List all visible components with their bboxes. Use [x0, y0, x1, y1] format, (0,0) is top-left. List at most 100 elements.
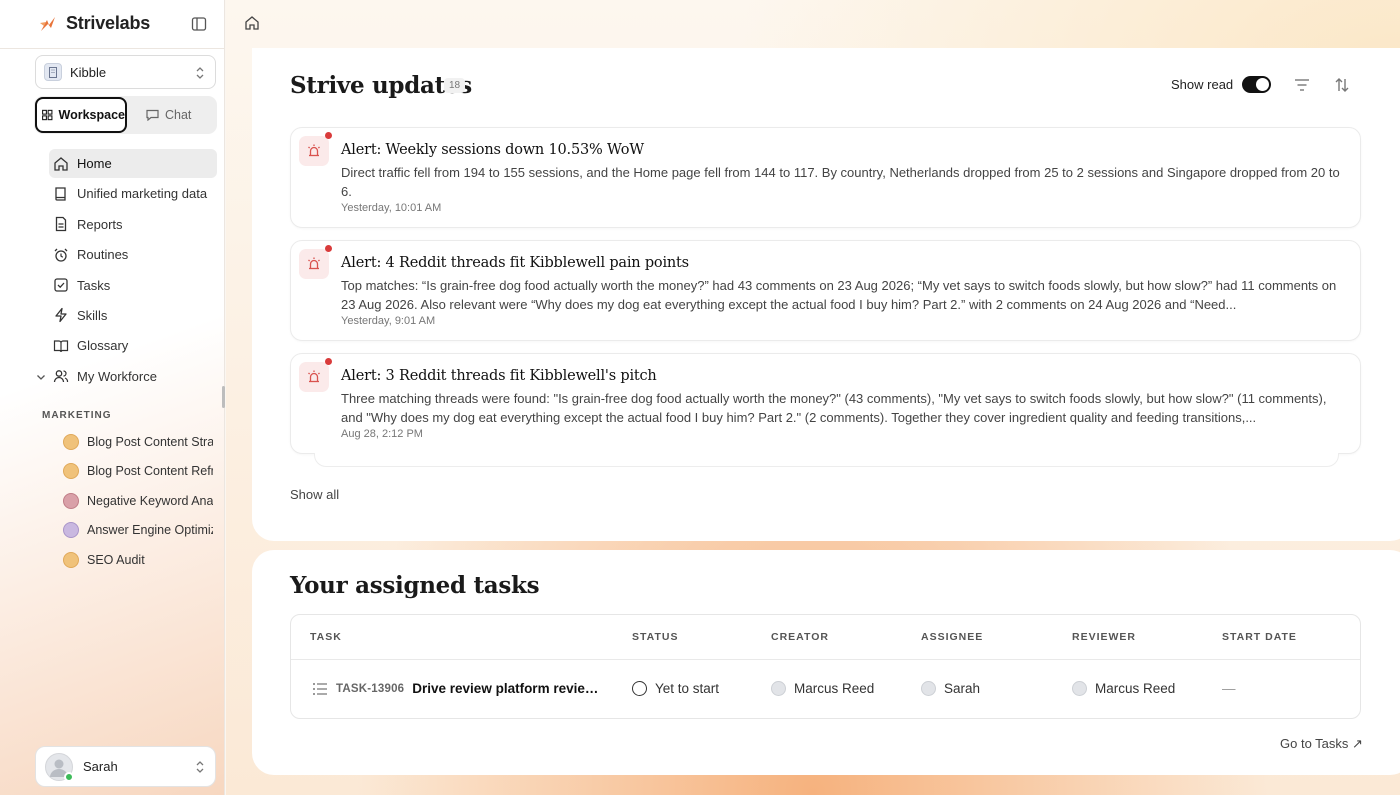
agent-item[interactable]: Negative Keyword Analysis — [63, 486, 213, 516]
chevron-updown-icon — [196, 67, 204, 79]
alert-item[interactable]: Alert: 3 Reddit threads fit Kibblewell's… — [290, 353, 1361, 454]
home-icon[interactable] — [244, 15, 260, 31]
tab-chat[interactable]: Chat — [146, 97, 191, 133]
table-row[interactable]: TASK-13906 Drive review platform reviews… — [291, 660, 1360, 718]
agent-item[interactable]: Blog Post Content Refresh — [63, 457, 213, 487]
sidebar-nav: Home Unified marketing data Reports Rout… — [49, 149, 217, 392]
sidebar-item-home[interactable]: Home — [49, 149, 217, 178]
sidebar-item-skills[interactable]: Skills — [49, 301, 217, 330]
alert-body: Three matching threads were found: "Is g… — [341, 391, 1327, 425]
alert-title: Alert: 4 Reddit threads fit Kibblewell p… — [341, 255, 689, 271]
agent-item[interactable]: SEO Audit — [63, 545, 213, 575]
agent-list: Blog Post Content Strategy Blog Post Con… — [63, 427, 213, 575]
brand-name: Strivelabs — [66, 13, 151, 33]
show-read-toggle[interactable] — [1242, 76, 1271, 93]
chat-icon — [146, 109, 159, 121]
sidebar-item-my-workforce[interactable]: My Workforce — [49, 362, 217, 391]
alarm-siren-icon — [299, 362, 329, 392]
workspace-select[interactable]: Kibble — [35, 55, 216, 89]
alert-item[interactable]: Alert: 4 Reddit threads fit Kibblewell p… — [290, 240, 1361, 341]
tasks-table: TASK STATUS CREATOR ASSIGNEE REVIEWER ST… — [290, 614, 1361, 719]
agent-label: Blog Post Content Strategy — [87, 434, 213, 449]
sidebar-toggle-icon[interactable] — [191, 16, 207, 32]
avatar — [921, 681, 936, 696]
chevron-down-icon[interactable] — [35, 371, 47, 383]
table-header: TASK STATUS CREATOR ASSIGNEE REVIEWER ST… — [291, 615, 1360, 660]
updates-count-badge: 18 — [444, 78, 466, 93]
alert-body: Direct traffic fell from 194 to 155 sess… — [341, 165, 1340, 199]
tab-workspace-label: Workspace — [58, 108, 125, 122]
sidebar: Strivelabs Kibble Workspace Chat Home Un… — [0, 0, 225, 795]
assignee-name: Sarah — [944, 681, 981, 696]
sidebar-item-routines[interactable]: Routines — [49, 240, 217, 269]
go-to-tasks-link[interactable]: Go to Tasks ↗ — [1280, 736, 1363, 752]
mode-tabs: Workspace Chat — [34, 96, 217, 134]
tasks-card: Your assigned tasks TASK STATUS CREATOR … — [252, 550, 1400, 775]
alarm-siren-icon — [299, 249, 329, 279]
checkbox-icon — [54, 278, 68, 292]
sidebar-scrollbar[interactable] — [222, 386, 225, 408]
sidebar-item-unified-marketing-data[interactable]: Unified marketing data — [49, 179, 217, 208]
agent-avatar — [63, 463, 79, 480]
agent-item[interactable]: Blog Post Content Strategy — [63, 427, 213, 457]
brand-logo-icon — [40, 16, 55, 31]
book-icon — [55, 187, 66, 201]
avatar — [771, 681, 786, 696]
alert-title: Alert: 3 Reddit threads fit Kibblewell's… — [341, 368, 657, 384]
start-date-value: — — [1222, 681, 1236, 696]
sidebar-item-label: Reports — [77, 216, 123, 232]
chevron-updown-icon — [196, 761, 204, 773]
creator-name: Marcus Reed — [794, 681, 875, 696]
filter-icon[interactable] — [1293, 77, 1311, 93]
task-cell: TASK-13906 Drive review platform reviews — [312, 681, 599, 696]
tab-chat-label: Chat — [165, 108, 192, 122]
sidebar-item-reports[interactable]: Reports — [49, 210, 217, 239]
sidebar-item-label: Skills — [77, 307, 108, 323]
users-icon — [53, 370, 69, 383]
show-all-link[interactable]: Show all — [290, 487, 339, 502]
reviewer-cell: Marcus Reed — [1072, 681, 1175, 696]
agent-avatar — [63, 522, 79, 539]
unread-dot — [325, 132, 332, 139]
sidebar-item-tasks[interactable]: Tasks — [49, 271, 217, 300]
alert-timestamp: Aug 28, 2:12 PM — [341, 428, 423, 440]
column-header-creator: CREATOR — [771, 631, 829, 643]
online-status-dot — [64, 771, 74, 782]
sidebar-item-label: Unified marketing data — [77, 186, 208, 202]
unread-dot — [325, 358, 332, 365]
open-book-icon — [53, 340, 69, 352]
alarm-siren-icon — [299, 136, 329, 166]
tasks-title: Your assigned tasks — [290, 572, 540, 599]
column-header-reviewer: REVIEWER — [1072, 631, 1137, 643]
status-text: Yet to start — [655, 681, 720, 696]
user-menu[interactable]: Sarah — [35, 746, 216, 787]
status-circle-icon — [632, 681, 647, 696]
tab-workspace[interactable]: Workspace — [35, 97, 127, 133]
workspace-name: Kibble — [70, 64, 107, 80]
building-icon — [44, 63, 62, 81]
column-header-task: TASK — [310, 631, 342, 643]
task-name[interactable]: Drive review platform reviews — [412, 681, 599, 696]
sidebar-item-glossary[interactable]: Glossary — [49, 331, 217, 360]
alert-timestamp: Yesterday, 9:01 AM — [341, 315, 436, 327]
top-bar — [225, 0, 1400, 48]
agent-avatar — [63, 551, 79, 568]
status-cell: Yet to start — [632, 681, 719, 696]
updates-card: Strive updates 18 Show read Alert: Weekl… — [252, 48, 1400, 541]
reviewer-name: Marcus Reed — [1095, 681, 1176, 696]
brand[interactable]: Strivelabs — [38, 13, 150, 34]
avatar — [45, 752, 74, 782]
agent-label: Blog Post Content Refresh — [87, 464, 213, 479]
agent-avatar — [63, 433, 79, 450]
alert-item[interactable]: Alert: Weekly sessions down 10.53% WoW D… — [290, 127, 1361, 228]
sort-icon[interactable] — [1334, 76, 1350, 94]
grid-icon — [42, 109, 53, 121]
alert-body: Top matches: “Is grain-free dog food act… — [341, 278, 1337, 312]
agent-label: Negative Keyword Analysis — [87, 493, 213, 508]
unread-dot — [325, 245, 332, 252]
agent-item[interactable]: Answer Engine Optimization — [63, 516, 213, 546]
user-name: Sarah — [83, 759, 118, 774]
column-header-start-date: START DATE — [1222, 631, 1297, 643]
assignee-cell: Sarah — [921, 681, 980, 696]
sidebar-item-label: Glossary — [77, 338, 129, 354]
